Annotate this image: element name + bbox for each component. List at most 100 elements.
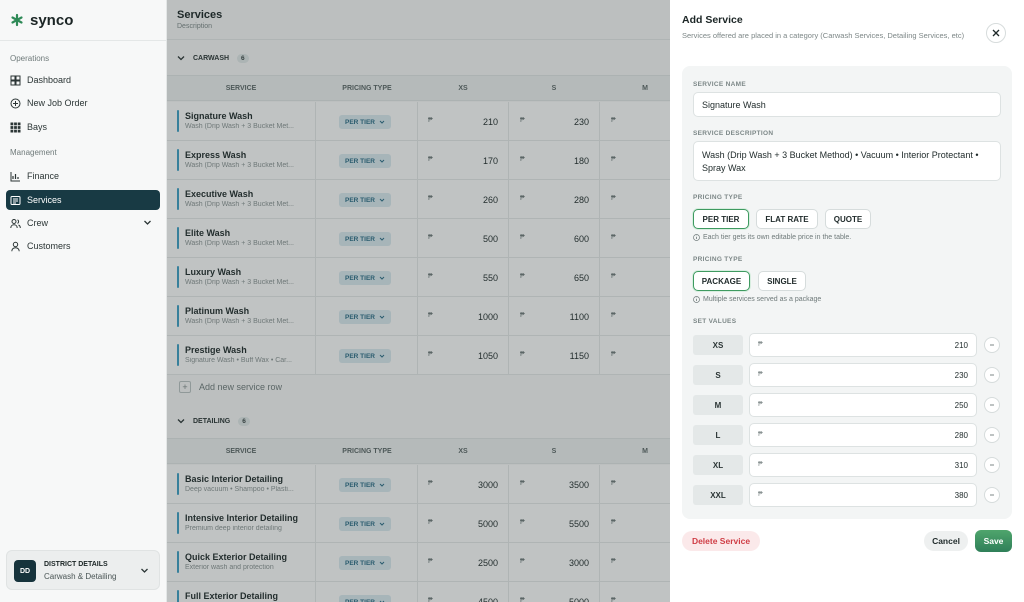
tier-row-xs: XS ₱ 210: [693, 333, 1003, 357]
delete-service-button[interactable]: Delete Service: [682, 531, 760, 551]
currency-symbol: ₱: [758, 371, 763, 378]
chevron-down-icon: [141, 568, 148, 573]
tier-price-value: 250: [954, 401, 968, 410]
package-option-single[interactable]: SINGLE: [758, 271, 806, 291]
close-button[interactable]: [986, 23, 1006, 43]
remove-tier-button[interactable]: [984, 427, 1000, 443]
drawer-title: Add Service: [682, 14, 743, 26]
tier-price-input[interactable]: ₱ 310: [749, 453, 977, 477]
brand[interactable]: synco: [10, 10, 73, 30]
tier-row-l: L ₱ 280: [693, 423, 1003, 447]
tier-price-value: 380: [954, 491, 968, 500]
services-icon: [10, 195, 21, 206]
dashboard-icon: [10, 75, 21, 86]
minus-icon: [990, 464, 994, 466]
minus-icon: [990, 404, 994, 406]
tier-label: XXL: [693, 485, 743, 505]
district-switcher[interactable]: DD DISTRICT DETAILS Carwash & Detailing: [6, 550, 160, 590]
district-title: DISTRICT DETAILS: [44, 561, 108, 568]
pricing-type-label: PRICING TYPE: [693, 194, 743, 201]
tier-price-input[interactable]: ₱ 230: [749, 363, 977, 387]
services-page: Services Description CARWASH 6 SERVICE PR…: [167, 0, 670, 602]
package-option-package[interactable]: PACKAGE: [693, 271, 750, 291]
sidebar-item-label: Bays: [27, 122, 48, 132]
tier-price-input[interactable]: ₱ 210: [749, 333, 977, 357]
remove-tier-button[interactable]: [984, 457, 1000, 473]
sidebar-item-label: Services: [27, 195, 62, 205]
cancel-button[interactable]: Cancel: [924, 531, 968, 551]
chart-icon: [10, 171, 21, 182]
sidebar-item-label: Dashboard: [27, 75, 72, 85]
minus-icon: [990, 434, 994, 436]
brand-name: synco: [30, 11, 74, 29]
tier-row-xl: XL ₱ 310: [693, 453, 1003, 477]
tier-row-s: S ₱ 230: [693, 363, 1003, 387]
crew-icon: [10, 218, 21, 229]
set-values-label: SET VALUES: [693, 318, 737, 325]
currency-symbol: ₱: [758, 341, 763, 348]
service-form: SERVICE NAME Signature Wash SERVICE DESC…: [682, 66, 1012, 519]
grid-icon: [10, 122, 21, 133]
minus-icon: [990, 344, 994, 346]
minus-icon: [990, 374, 994, 376]
remove-tier-button[interactable]: [984, 397, 1000, 413]
remove-tier-button[interactable]: [984, 367, 1000, 383]
add-service-drawer: Add Service Services offered are placed …: [670, 0, 1024, 602]
sidebar-section-operations: Operations: [10, 54, 50, 63]
tier-label: XL: [693, 455, 743, 475]
currency-symbol: ₱: [758, 461, 763, 468]
pricing-option-flat-rate[interactable]: FLAT RATE: [756, 209, 818, 229]
tier-price-value: 230: [954, 371, 968, 380]
plus-circle-icon: [10, 98, 21, 109]
tier-label: XS: [693, 335, 743, 355]
user-icon: [10, 241, 21, 252]
info-icon: [693, 234, 700, 241]
drawer-subtitle: Services offered are placed in a categor…: [682, 31, 965, 40]
district-subtitle: Carwash & Detailing: [44, 572, 117, 581]
tier-row-m: M ₱ 250: [693, 393, 1003, 417]
pricing-hint: Each tier gets its own editable price in…: [693, 234, 851, 241]
service-description-label: SERVICE DESCRIPTION: [693, 130, 774, 137]
pricing-option-per-tier[interactable]: PER TIER: [693, 209, 749, 229]
close-icon: [992, 29, 1000, 37]
save-button[interactable]: Save: [975, 530, 1012, 552]
tier-label: M: [693, 395, 743, 415]
sidebar-item-customers[interactable]: Customers: [6, 236, 160, 256]
sidebar-item-finance[interactable]: Finance: [6, 166, 160, 186]
package-hint-text: Multiple services served as a package: [703, 296, 822, 303]
sidebar-item-label: New Job Order: [27, 98, 88, 108]
tier-price-value: 280: [954, 431, 968, 440]
sidebar-divider: [0, 40, 167, 41]
tier-row-xxl: XXL ₱ 380: [693, 483, 1003, 507]
package-hint: Multiple services served as a package: [693, 296, 821, 303]
sidebar-section-management: Management: [10, 148, 57, 157]
sidebar-item-bays[interactable]: Bays: [6, 117, 160, 137]
remove-tier-button[interactable]: [984, 487, 1000, 503]
tier-price-input[interactable]: ₱ 380: [749, 483, 977, 507]
sidebar-item-dashboard[interactable]: Dashboard: [6, 70, 160, 90]
service-description-input[interactable]: Wash (Drip Wash + 3 Bucket Method) • Vac…: [693, 141, 1001, 181]
service-name-input[interactable]: Signature Wash: [693, 92, 1001, 117]
modal-backdrop[interactable]: [167, 0, 670, 602]
tier-price-value: 310: [954, 461, 968, 470]
info-icon: [693, 296, 700, 303]
minus-icon: [990, 494, 994, 496]
sidebar: synco Operations Dashboard New Job Order…: [0, 0, 167, 602]
pricing-option-quote[interactable]: QUOTE: [825, 209, 871, 229]
tier-label: L: [693, 425, 743, 445]
sidebar-item-crew[interactable]: Crew: [6, 213, 160, 233]
district-avatar: DD: [14, 560, 36, 582]
tier-price-value: 210: [954, 341, 968, 350]
service-name-label: SERVICE NAME: [693, 81, 746, 88]
pricing-hint-text: Each tier gets its own editable price in…: [703, 234, 852, 241]
tier-label: S: [693, 365, 743, 385]
sidebar-item-label: Finance: [27, 171, 60, 181]
remove-tier-button[interactable]: [984, 337, 1000, 353]
currency-symbol: ₱: [758, 431, 763, 438]
tier-price-input[interactable]: ₱ 280: [749, 423, 977, 447]
chevron-down-icon[interactable]: [143, 218, 152, 227]
currency-symbol: ₱: [758, 491, 763, 498]
sidebar-item-services[interactable]: Services: [6, 190, 160, 210]
sidebar-item-new-job-order[interactable]: New Job Order: [6, 93, 160, 113]
tier-price-input[interactable]: ₱ 250: [749, 393, 977, 417]
